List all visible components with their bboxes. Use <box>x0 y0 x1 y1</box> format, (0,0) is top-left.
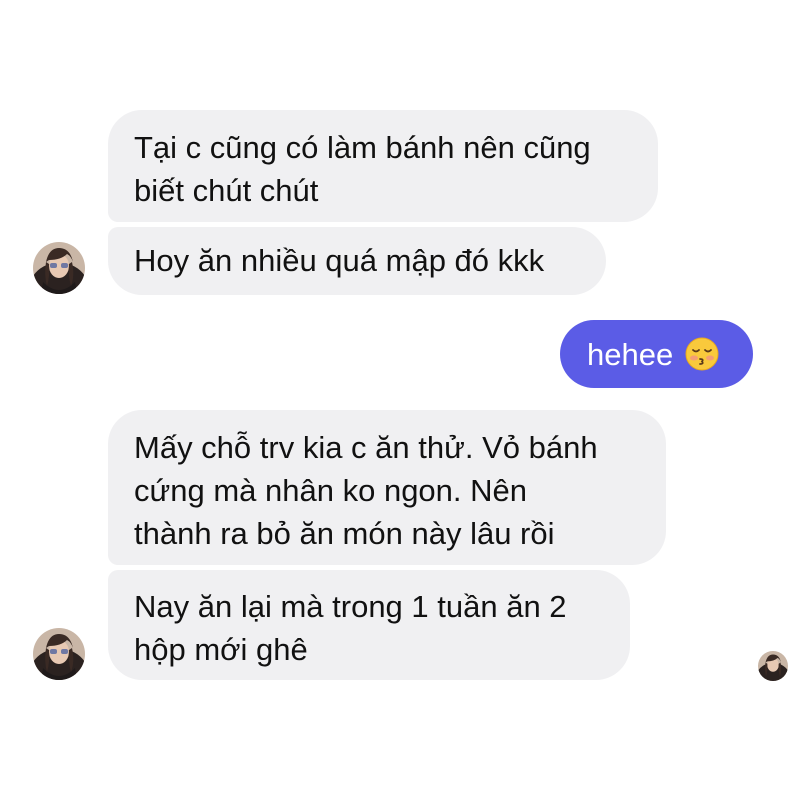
avatar-image <box>33 628 85 680</box>
message-bubble-incoming[interactable]: Tại c cũng có làm bánh nên cũng biết chú… <box>108 110 658 222</box>
message-text: Nay ăn lại mà trong 1 tuần ăn 2 <box>134 589 567 624</box>
message-text: hehee <box>587 336 674 372</box>
message-text: Hoy ăn nhiều quá mập đó kkk <box>134 243 545 278</box>
read-receipt-avatar <box>758 651 788 681</box>
avatar-image <box>758 651 788 681</box>
message-text: hộp mới ghê <box>134 632 308 667</box>
message-bubble-incoming[interactable]: Nay ăn lại mà trong 1 tuần ăn 2 hộp mới … <box>108 570 630 680</box>
contact-avatar[interactable] <box>33 628 85 680</box>
message-text: Tại c cũng có làm bánh nên cũng <box>134 130 591 165</box>
kissing-face-icon <box>685 337 719 371</box>
avatar-image <box>33 242 85 294</box>
message-bubble-incoming[interactable]: Mấy chỗ trv kia c ăn thử. Vỏ bánh cứng m… <box>108 410 666 565</box>
contact-avatar[interactable] <box>33 242 85 294</box>
message-bubble-incoming[interactable]: Hoy ăn nhiều quá mập đó kkk <box>108 227 606 295</box>
message-text: cứng mà nhân ko ngon. Nên <box>134 473 528 508</box>
message-text: thành ra bỏ ăn món này lâu rồi <box>134 516 555 551</box>
message-text: biết chút chút <box>134 173 319 208</box>
message-bubble-outgoing[interactable]: hehee <box>560 320 753 388</box>
message-text: Mấy chỗ trv kia c ăn thử. Vỏ bánh <box>134 430 598 465</box>
